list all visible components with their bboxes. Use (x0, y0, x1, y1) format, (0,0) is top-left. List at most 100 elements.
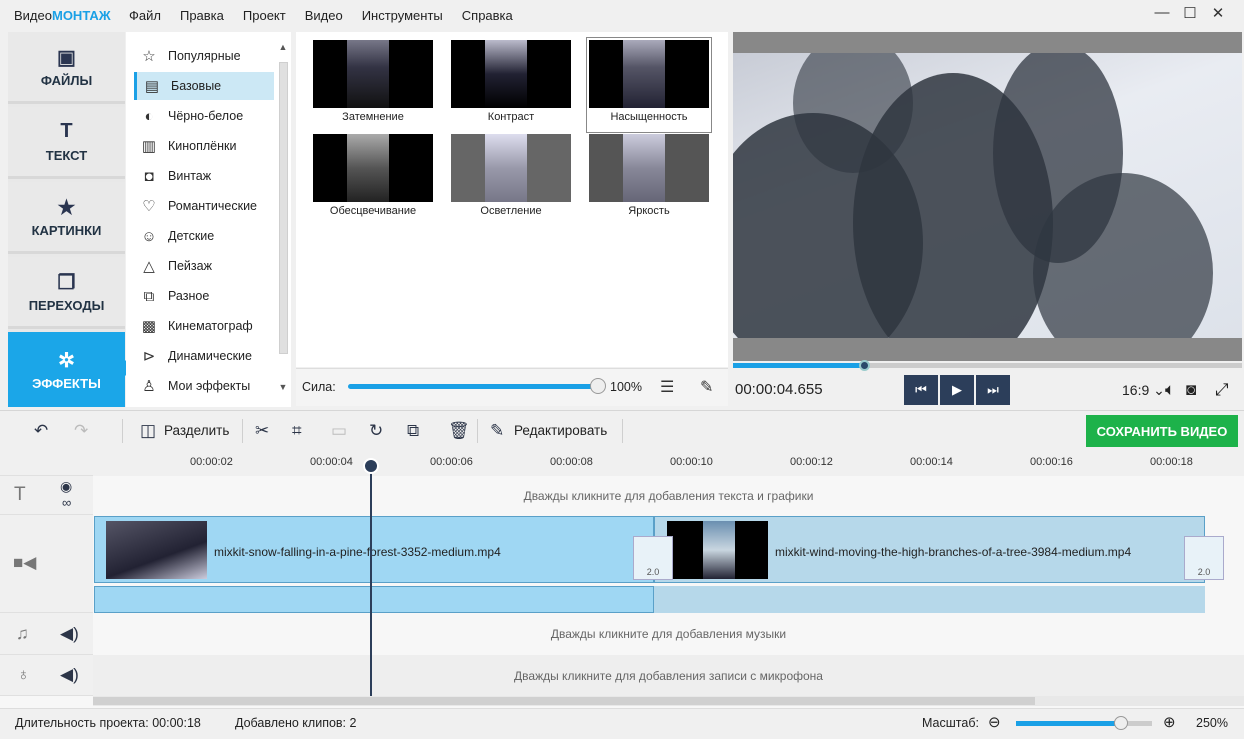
mic-track-header: ♁ ◀) (0, 655, 93, 696)
trash-icon[interactable]: 🗑︎ (448, 421, 470, 441)
strength-slider-knob[interactable] (590, 378, 606, 394)
category-basic[interactable]: ▤ Базовые (134, 72, 274, 100)
effect-desaturate[interactable]: Обесцвечивание (313, 134, 433, 224)
categories-scrollbar[interactable]: ▲ ▼ (276, 40, 290, 396)
rotate-icon[interactable]: ↻ (369, 421, 383, 441)
resize-icon[interactable]: ⧉ (407, 421, 419, 441)
category-bw[interactable]: ◐ Чёрно-белое (134, 102, 274, 130)
progress-knob[interactable] (859, 360, 870, 371)
save-video-button[interactable]: СОХРАНИТЬ ВИДЕО (1086, 415, 1238, 447)
zoom-slider[interactable] (1016, 721, 1152, 726)
category-my-effects[interactable]: ♙ Мои эффекты (134, 372, 274, 400)
tab-text[interactable]: T ТЕКСТ (8, 107, 125, 179)
strength-label: Сила: (302, 380, 336, 394)
fullscreen-icon[interactable]: ⤢ (1215, 380, 1229, 400)
edit-button[interactable]: Редактировать (514, 423, 607, 438)
mic-track[interactable]: Дважды кликните для добавления записи с … (93, 655, 1244, 696)
menu-help[interactable]: Справка (462, 8, 513, 23)
strength-value: 100% (610, 380, 642, 394)
tab-transitions[interactable]: ❐ ПЕРЕХОДЫ (8, 257, 125, 329)
category-cinema[interactable]: ▩ Кинематограф (134, 312, 274, 340)
category-vintage[interactable]: ◘ Винтаж (134, 162, 274, 190)
next-frame-button[interactable]: ⏭ (976, 375, 1010, 405)
mic-volume-icon[interactable]: ◀) (60, 665, 79, 685)
play-button[interactable]: ▶ (940, 375, 974, 405)
video-clip-2[interactable]: mixkit-wind-moving-the-high-branches-of-… (654, 516, 1205, 583)
category-dynamic[interactable]: ⊳ Динамические (134, 342, 274, 370)
strength-bar: Сила: 100% ☰ ✎ (296, 368, 728, 406)
scissors-icon[interactable]: ✂ (255, 421, 269, 441)
effect-lighten[interactable]: Осветление (451, 134, 571, 224)
effect-categories: ☆ Популярные ▤ Базовые ◐ Чёрно-белое ▥ Киноп… (126, 32, 291, 407)
category-misc[interactable]: ⧉ Разное (134, 282, 274, 310)
minimize-icon[interactable]: — (1148, 4, 1176, 22)
app-logo: ВидеоМОНТАЖ (14, 8, 111, 23)
menu-video[interactable]: Видео (305, 8, 343, 23)
crop-icon[interactable]: ⌗ (292, 421, 302, 441)
microphone-icon: ♁ (17, 665, 30, 684)
snapshot-icon[interactable]: ◙ (1186, 380, 1196, 400)
effect-brightness[interactable]: Яркость (589, 134, 709, 224)
clip-1-audio[interactable] (94, 586, 654, 613)
strength-slider[interactable] (348, 384, 598, 389)
transition-2[interactable]: 2.0 (1184, 536, 1224, 580)
close-icon[interactable]: ✕ (1204, 4, 1232, 22)
tab-effects[interactable]: ✲ ЭФФЕКТЫ (8, 332, 133, 407)
category-kids[interactable]: ☺ Детские (134, 222, 274, 250)
timeline-scroll-thumb[interactable] (93, 697, 1035, 705)
scroll-down-icon[interactable]: ▼ (276, 382, 290, 392)
split-icon[interactable]: ◫ (140, 421, 156, 441)
misc-icon: ⧉ (143, 287, 155, 305)
menu-project[interactable]: Проект (243, 8, 286, 23)
zoom-out-icon[interactable]: ⊖ (988, 713, 1001, 731)
timecode: 00:00:04.655 (735, 381, 823, 398)
playhead[interactable] (370, 466, 372, 696)
prev-frame-button[interactable]: ⏮ (904, 375, 938, 405)
zoom-label: Масштаб: (922, 716, 979, 730)
tab-files[interactable]: ▣ ФАЙЛЫ (8, 32, 125, 104)
preview-frame (733, 53, 1242, 338)
menu-file[interactable]: Файл (129, 8, 161, 23)
effects-grid: Затемнение Контраст Насыщенность Обесцве… (296, 32, 728, 367)
scroll-thumb[interactable] (279, 62, 288, 354)
transition-1[interactable]: 2.0 (633, 536, 673, 580)
category-film[interactable]: ▥ Киноплёнки (134, 132, 274, 160)
category-romantic[interactable]: ♡ Романтические (134, 192, 274, 220)
timeline-scrollbar[interactable] (93, 696, 1244, 706)
redo-icon[interactable]: ↷ (74, 421, 88, 441)
playback-progress[interactable] (733, 360, 1242, 371)
zoom-slider-knob[interactable] (1114, 716, 1128, 730)
text-track-header: T ◉ ∞ (0, 476, 93, 515)
clip-2-audio[interactable] (654, 586, 1205, 613)
link-icon[interactable]: ∞ (62, 495, 71, 510)
category-popular[interactable]: ☆ Популярные (134, 42, 274, 70)
playhead-handle[interactable] (363, 458, 379, 474)
effect-contrast[interactable]: Контраст (451, 40, 571, 130)
edit-icon[interactable]: ✎ (490, 421, 504, 441)
time-ruler[interactable]: 00:00:02 00:00:04 00:00:06 00:00:08 00:0… (93, 450, 1244, 476)
sliders-icon[interactable]: ☰ (660, 377, 674, 397)
scroll-up-icon[interactable]: ▲ (276, 42, 290, 52)
category-landscape[interactable]: △ Пейзаж (134, 252, 274, 280)
music-track[interactable]: Дважды кликните для добавления музыки (93, 613, 1244, 655)
aspect-ratio-select[interactable]: 16:9 ⌄ (1122, 382, 1165, 399)
maximize-icon[interactable]: ☐ (1176, 4, 1204, 22)
brush-icon[interactable]: ✎ (700, 377, 713, 397)
music-volume-icon[interactable]: ◀) (60, 624, 79, 644)
undo-icon[interactable]: ↶ (34, 421, 48, 441)
music-note-icon: ♫ (16, 624, 29, 643)
volume-icon[interactable]: 🔈︎ (1165, 380, 1175, 400)
tab-pictures[interactable]: ★ КАРТИНКИ (8, 182, 125, 254)
frame-icon[interactable]: ▭ (331, 421, 347, 441)
eye-icon[interactable]: ◉ (60, 478, 72, 495)
split-button[interactable]: Разделить (164, 423, 229, 438)
menu-tools[interactable]: Инструменты (362, 8, 443, 23)
clips-count: Добавлено клипов: 2 (235, 716, 357, 730)
effect-saturation[interactable]: Насыщенность (586, 37, 712, 133)
text-track[interactable]: Дважды кликните для добавления текста и … (93, 476, 1244, 515)
video-clip-1[interactable]: mixkit-snow-falling-in-a-pine-forest-335… (94, 516, 654, 583)
status-bar: Длительность проекта: 00:00:18 Добавлено… (0, 708, 1244, 739)
menu-edit[interactable]: Правка (180, 8, 224, 23)
effect-darken[interactable]: Затемнение (313, 40, 433, 130)
zoom-in-icon[interactable]: ⊕ (1163, 713, 1176, 731)
